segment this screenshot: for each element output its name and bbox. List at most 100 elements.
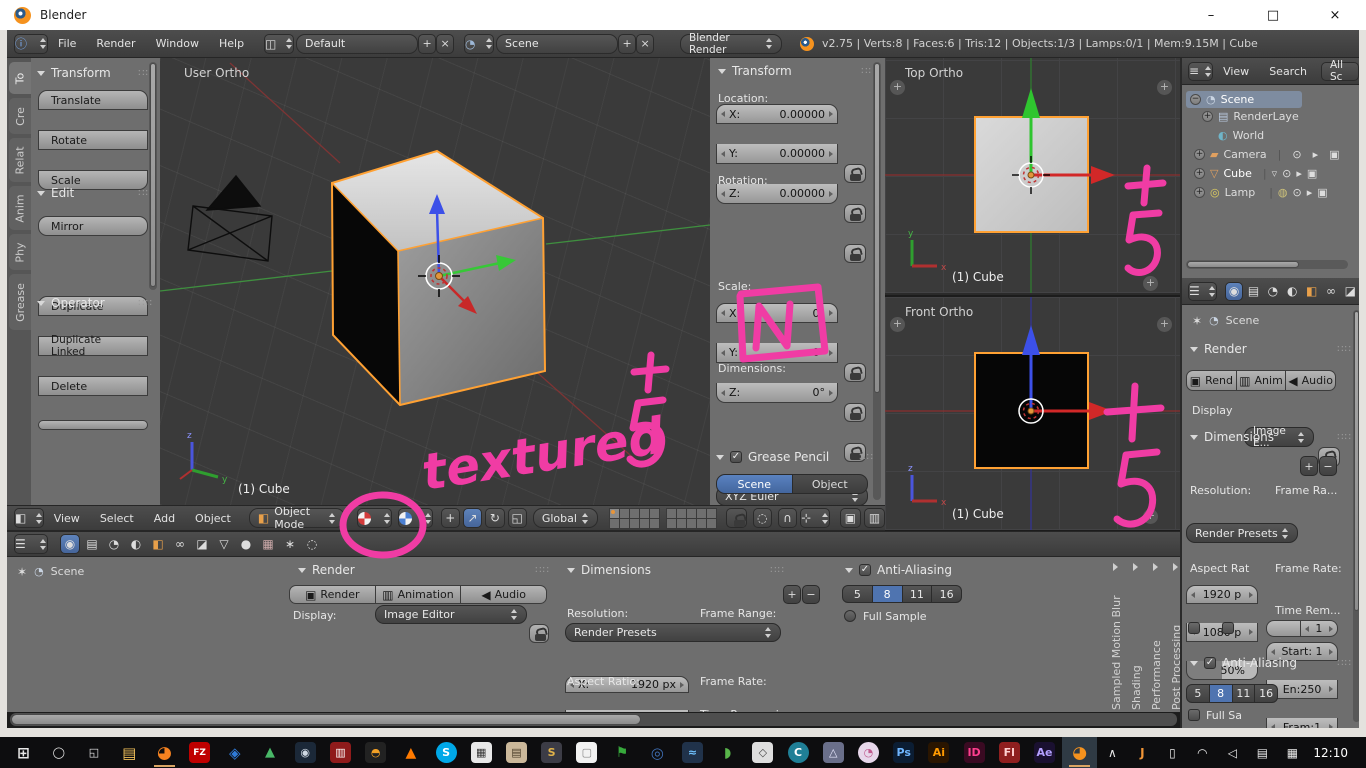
expand-icon[interactable]	[1194, 149, 1205, 160]
full-sample-radio[interactable]	[844, 610, 856, 622]
render-panel-header[interactable]: Render	[298, 563, 550, 577]
tab-object[interactable]: ◧	[1303, 282, 1320, 301]
outliner-item-renderlayers[interactable]: ▤ RenderLaye	[1202, 110, 1299, 123]
tab-particles[interactable]: ∗	[280, 534, 300, 554]
taskbar-filezilla[interactable]: FZ	[182, 737, 217, 768]
taskbar-dropbox[interactable]: ◈	[217, 737, 252, 768]
anti-aliasing-panel-header[interactable]: Anti-Aliasing	[1190, 656, 1352, 670]
expand-panel-icon[interactable]	[1143, 276, 1158, 291]
tray-volume-icon[interactable]: ◁	[1217, 746, 1247, 760]
panel-grip[interactable]	[770, 565, 785, 576]
add-preset-button[interactable]: +	[1300, 456, 1318, 476]
tab-constraints[interactable]: ∞	[170, 534, 190, 554]
selectable-cursor-icon[interactable]	[1313, 149, 1319, 160]
aa-samples-16[interactable]: 16	[1255, 684, 1278, 703]
tab-material[interactable]: ●	[236, 534, 256, 554]
taskbar-flag-app[interactable]: ⚑	[604, 737, 639, 768]
time-old-field[interactable]	[1266, 620, 1301, 637]
taskbar-illustrator[interactable]: Ai	[921, 737, 956, 768]
mode-dropdown[interactable]: ◧ Object Mode	[249, 508, 345, 528]
location-x-field[interactable]: X:0.00000	[716, 104, 838, 124]
render-engine-dropdown[interactable]: Blender Render	[680, 34, 782, 54]
aa-samples-8[interactable]: 8	[1210, 684, 1233, 703]
transform-panel-header[interactable]: Transform	[37, 66, 153, 80]
taskbar-document[interactable]: ▢	[569, 737, 604, 768]
editor-type-info[interactable]: ⓘ	[14, 34, 48, 54]
lock-icon[interactable]	[844, 164, 866, 183]
taskbar-bird-app[interactable]: ◗	[710, 737, 745, 768]
render-still-button[interactable]: ▣	[840, 508, 861, 528]
tray-java-icon[interactable]: J	[1127, 746, 1157, 760]
rotation-y-field[interactable]: Y:0°	[716, 343, 838, 363]
expand-panel-icon[interactable]	[1143, 509, 1158, 524]
maximize-button[interactable]: □	[1242, 0, 1304, 30]
tray-wifi-icon[interactable]: ◠	[1187, 746, 1217, 760]
menu-select[interactable]: Select	[90, 512, 144, 525]
taskbar-start[interactable]: ⊞	[6, 737, 41, 768]
outliner-filter-dropdown[interactable]: All Sc	[1321, 62, 1359, 81]
delete-layout-button[interactable]: ×	[436, 34, 454, 54]
editor-type-properties[interactable]: ☰	[1188, 282, 1217, 301]
dimensions-panel-header[interactable]: Dimensions	[1190, 430, 1352, 444]
tray-action-center-icon[interactable]: ▤	[1247, 746, 1277, 760]
tab-modifiers[interactable]: ◪	[192, 534, 212, 554]
editor-type-3dview[interactable]: ◧	[14, 508, 44, 528]
renderable-camera-icon[interactable]	[1329, 149, 1339, 160]
taskbar-c-app[interactable]: C	[780, 737, 815, 768]
menu-object[interactable]: Object	[185, 512, 241, 525]
snap-element-dropdown[interactable]: ⊹	[800, 508, 830, 528]
rotation-x-field[interactable]: X:0°	[716, 303, 838, 323]
render-still-button[interactable]: ▣Render	[289, 585, 376, 604]
scene-icon-dropdown[interactable]: ◔	[464, 34, 494, 54]
taskbar-penguin-app[interactable]: ◓	[358, 737, 393, 768]
taskbar-file-explorer[interactable]: ▤	[112, 737, 147, 768]
viewport-top-ortho[interactable]: y x Top Ortho (1) Cube	[885, 58, 1180, 295]
render-animation-button[interactable]: ▥	[864, 508, 885, 528]
outliner-item-cube[interactable]: ▽ Cube | ▿	[1194, 167, 1354, 180]
tab-create[interactable]: Cre	[9, 98, 31, 134]
remove-preset-button[interactable]: −	[1319, 456, 1337, 476]
panel-grip[interactable]	[1337, 658, 1352, 669]
pin-icon[interactable]: ✶	[17, 566, 27, 578]
translate-button[interactable]: Translate	[38, 90, 148, 110]
taskbar-after-effects[interactable]: Ae	[1027, 737, 1062, 768]
manipulator-scale-toggle[interactable]: ◱	[508, 508, 527, 528]
anti-aliasing-panel-header[interactable]: Anti-Aliasing	[845, 563, 1085, 577]
visibility-eye-icon[interactable]	[1282, 168, 1291, 179]
clipped-button[interactable]	[38, 420, 148, 430]
full-sample-checkbox[interactable]	[1188, 709, 1200, 721]
tab-render-layers[interactable]: ▤	[1245, 282, 1262, 301]
layers-grid-1[interactable]	[610, 509, 659, 528]
tray-keyboard-icon[interactable]: ▦	[1277, 746, 1307, 760]
tab-relations[interactable]: Relat	[9, 138, 31, 182]
taskbar-skype[interactable]: S	[428, 737, 463, 768]
snap-magnet-icon[interactable]: ∩	[778, 508, 797, 528]
grease-pencil-panel-header[interactable]: Grease Pencil	[716, 450, 874, 464]
render-animation-button[interactable]: ▥Animation	[376, 585, 462, 604]
scene-name[interactable]: Scene	[496, 34, 618, 54]
render-animation-button[interactable]: ▥Anim	[1237, 370, 1287, 391]
taskbar-spiral-app[interactable]: ◎	[640, 737, 675, 768]
tab-render-layers[interactable]: ▤	[82, 534, 102, 554]
grease-object-toggle[interactable]: Object	[793, 474, 869, 494]
taskbar-photoshop[interactable]: Ps	[886, 737, 921, 768]
taskbar-firefox[interactable]: ◕	[147, 737, 182, 768]
pin-icon[interactable]: ✶	[1192, 315, 1202, 327]
tab-render[interactable]: ◉	[60, 534, 80, 554]
rotate-button[interactable]: Rotate	[38, 130, 148, 150]
selectable-cursor-icon[interactable]	[1307, 187, 1313, 198]
tray-chevron-icon[interactable]: ∧	[1097, 746, 1127, 760]
aa-samples-11[interactable]: 11	[1233, 684, 1256, 703]
menu-view[interactable]: View	[44, 512, 90, 525]
tab-texture[interactable]: ▦	[258, 534, 278, 554]
time-new-field[interactable]: 1	[1301, 620, 1338, 637]
renderable-camera-icon[interactable]	[1307, 168, 1317, 179]
tab-animation[interactable]: Anim	[9, 186, 31, 230]
expand-icon[interactable]	[1194, 187, 1205, 198]
collapsed-panel-post-processing[interactable]: Post Processing	[1167, 561, 1180, 711]
panel-grip[interactable]	[138, 298, 153, 309]
dimensions-panel-header[interactable]: Dimensions	[567, 563, 785, 577]
outliner-item-scene[interactable]: ◔ Scene	[1186, 91, 1302, 108]
outliner-scrollbar[interactable]	[1186, 260, 1348, 269]
render-presets-dropdown[interactable]: Render Presets	[1186, 523, 1298, 543]
